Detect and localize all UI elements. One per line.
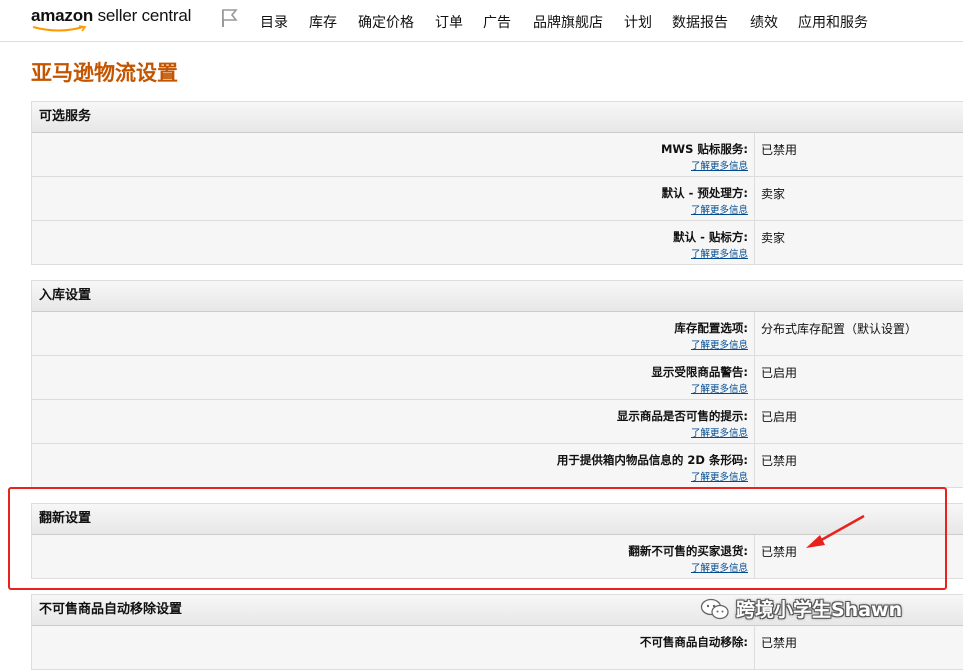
amazon-smile-icon — [32, 25, 87, 32]
red-arrow-icon — [806, 514, 865, 548]
section-title: 可选服务 — [32, 102, 963, 133]
logo-brand-rest: seller central — [93, 6, 192, 25]
flag-icon[interactable] — [220, 8, 238, 28]
optional-services-section: 可选服务 MWS 贴标服务: 了解更多信息 已禁用 默认 - 预处理方: 了解更多信… — [31, 101, 963, 265]
setting-value: 已启用 — [761, 366, 798, 380]
learn-more-link[interactable]: 了解更多信息 — [691, 337, 748, 351]
nav-catalog[interactable]: 目录 — [260, 12, 288, 32]
setting-value: 已启用 — [761, 410, 798, 424]
setting-label: 用于提供箱内物品信息的 2D 条形码: — [556, 453, 748, 467]
nav-apps-services[interactable]: 应用和服务 — [798, 12, 868, 32]
setting-label: 默认 - 预处理方: — [661, 186, 748, 200]
setting-label: 不可售商品自动移除: — [639, 635, 748, 649]
learn-more-link[interactable]: 了解更多信息 — [691, 202, 748, 216]
wechat-icon — [700, 598, 729, 619]
nav-reports[interactable]: 数据报告 — [672, 12, 728, 32]
settings-row: 用于提供箱内物品信息的 2D 条形码: 了解更多信息 已禁用 — [32, 444, 963, 487]
nav-advertising[interactable]: 广告 — [483, 12, 511, 32]
setting-value: 分布式库存配置（默认设置） — [761, 322, 918, 336]
nav-orders[interactable]: 订单 — [435, 12, 463, 32]
setting-label: MWS 贴标服务: — [660, 142, 748, 156]
section-title: 入库设置 — [32, 281, 963, 312]
nav-programs[interactable]: 计划 — [624, 12, 652, 32]
nav-stores[interactable]: 品牌旗舰店 — [533, 12, 603, 32]
setting-label: 显示受限商品警告: — [651, 365, 748, 379]
settings-row: 不可售商品自动移除: 已禁用 — [32, 626, 963, 669]
setting-label: 默认 - 贴标方: — [673, 230, 748, 244]
setting-value: 已禁用 — [761, 636, 798, 650]
watermark: 跨境小学生Shawn — [700, 595, 902, 622]
setting-value: 已禁用 — [761, 454, 798, 468]
watermark-text: 跨境小学生Shawn — [736, 599, 903, 621]
settings-row: 默认 - 预处理方: 了解更多信息 卖家 — [32, 177, 963, 221]
learn-more-link[interactable]: 了解更多信息 — [691, 425, 748, 439]
setting-label: 显示商品是否可售的提示: — [616, 409, 748, 423]
settings-row: 库存配置选项: 了解更多信息 分布式库存配置（默认设置） — [32, 312, 963, 356]
setting-value: 已禁用 — [761, 143, 798, 157]
setting-label: 库存配置选项: — [674, 321, 748, 335]
settings-row: 显示受限商品警告: 了解更多信息 已启用 — [32, 356, 963, 400]
settings-row: 默认 - 贴标方: 了解更多信息 卖家 — [32, 221, 963, 264]
learn-more-link[interactable]: 了解更多信息 — [691, 381, 748, 395]
amazon-seller-central-logo[interactable]: amazon seller central — [31, 6, 191, 36]
page-title: 亚马逊物流设置 — [31, 61, 178, 85]
nav-pricing[interactable]: 确定价格 — [358, 12, 414, 32]
setting-value: 卖家 — [761, 187, 786, 201]
learn-more-link[interactable]: 了解更多信息 — [691, 158, 748, 172]
logo-brand-bold: amazon — [31, 6, 94, 25]
settings-row: MWS 贴标服务: 了解更多信息 已禁用 — [32, 133, 963, 177]
top-nav: amazon seller central 目录 库存 确定价格 订单 广告 品… — [0, 0, 963, 42]
learn-more-link[interactable]: 了解更多信息 — [691, 469, 748, 483]
nav-performance[interactable]: 绩效 — [750, 12, 778, 32]
settings-row: 显示商品是否可售的提示: 了解更多信息 已启用 — [32, 400, 963, 444]
inbound-settings-section: 入库设置 库存配置选项: 了解更多信息 分布式库存配置（默认设置） 显示受限商品警… — [31, 280, 963, 488]
learn-more-link[interactable]: 了解更多信息 — [691, 246, 748, 260]
setting-value: 卖家 — [761, 231, 786, 245]
nav-inventory[interactable]: 库存 — [309, 12, 337, 32]
